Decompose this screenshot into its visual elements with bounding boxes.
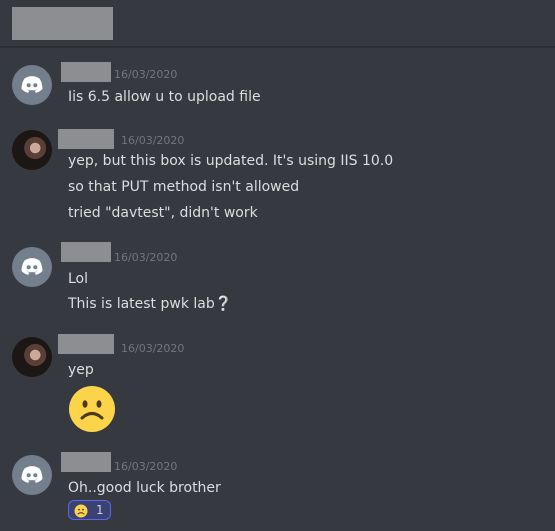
- message-timestamp: 16/03/2020: [114, 251, 178, 264]
- frowning-face-icon: [74, 503, 88, 518]
- channel-header: [0, 0, 555, 47]
- redacted-username[interactable]: [58, 129, 114, 149]
- frowning-face-icon[interactable]: [68, 385, 116, 433]
- user-avatar[interactable]: [12, 130, 52, 170]
- message-line: so that PUT method isn't allowed: [68, 179, 300, 195]
- discord-avatar-icon[interactable]: [12, 247, 52, 287]
- user-avatar[interactable]: [12, 337, 52, 377]
- message-timestamp: 16/03/2020: [121, 342, 185, 355]
- reaction-count: 1: [96, 503, 104, 517]
- redacted-username[interactable]: [61, 452, 111, 472]
- message-line: Oh..good luck brother: [68, 480, 221, 496]
- message-3: 16/03/2020 Lol This is latest pwk lab❔: [0, 236, 555, 316]
- message-timestamp: 16/03/2020: [121, 134, 185, 147]
- redacted-username[interactable]: [58, 334, 114, 354]
- message-line: tried "davtest", didn't work: [68, 205, 258, 221]
- redacted-username[interactable]: [61, 62, 111, 82]
- discord-avatar-icon[interactable]: [12, 65, 52, 105]
- message-line: Iis 6.5 allow u to upload file: [68, 89, 261, 105]
- message-2: 16/03/2020 yep, but this box is updated.…: [0, 126, 555, 226]
- message-line: yep: [68, 362, 94, 378]
- discord-avatar-icon[interactable]: [12, 455, 52, 495]
- redacted-channel-title: [12, 7, 113, 40]
- message-line: This is latest pwk lab❔: [68, 296, 233, 312]
- reaction-button[interactable]: 1: [68, 500, 111, 520]
- message-timestamp: 16/03/2020: [114, 460, 178, 473]
- message-1: 16/03/2020 Iis 6.5 allow u to upload fil…: [0, 60, 555, 120]
- message-timestamp: 16/03/2020: [114, 68, 178, 81]
- message-line: yep, but this box is updated. It's using…: [68, 153, 394, 169]
- message-5: 16/03/2020 Oh..good luck brother 1: [0, 450, 555, 525]
- chat-window: 16/03/2020 Iis 6.5 allow u to upload fil…: [0, 0, 555, 531]
- message-line: Lol: [68, 271, 89, 287]
- redacted-username[interactable]: [61, 242, 111, 262]
- message-4: 16/03/2020 yep: [0, 332, 555, 437]
